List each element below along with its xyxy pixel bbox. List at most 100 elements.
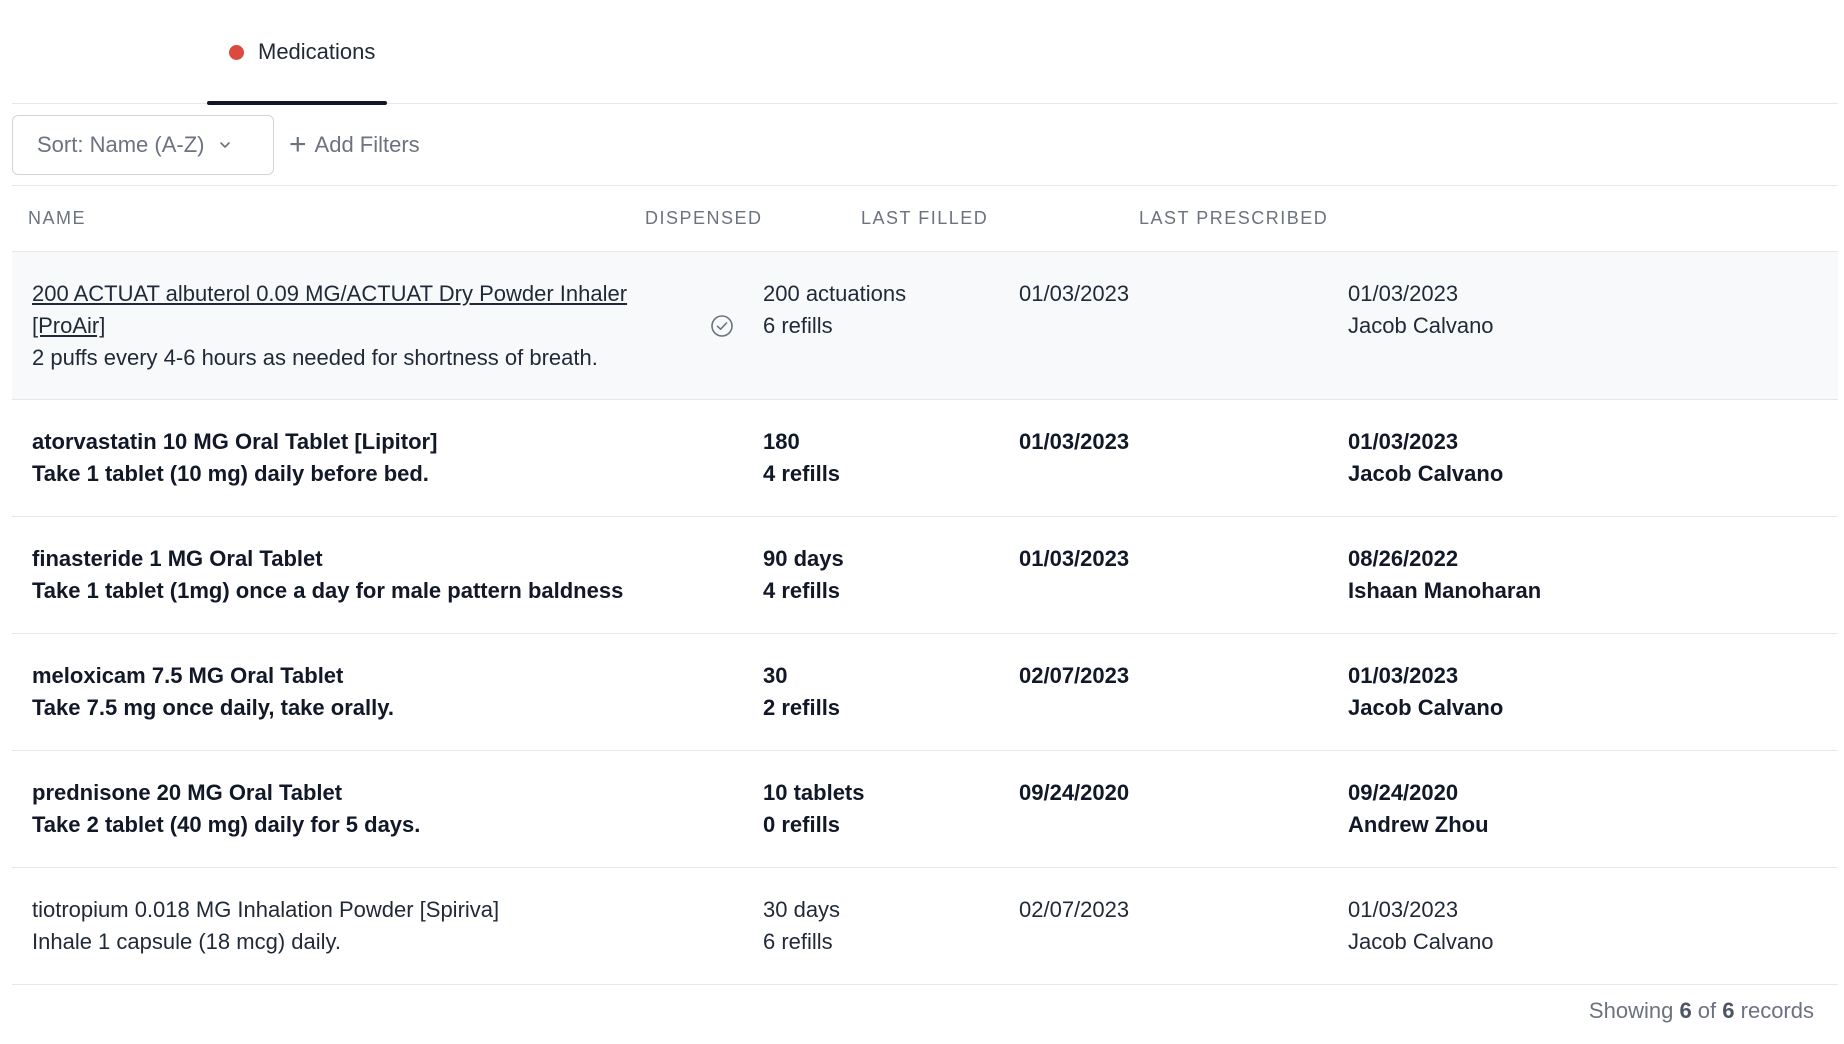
last-prescribed-date: 01/03/2023 <box>1348 429 1459 454</box>
dispensed-cell: 30 days 6 refills <box>763 894 840 958</box>
last-filled-date: 01/03/2023 <box>1019 429 1130 454</box>
dispensed-cell: 200 actuations 6 refills <box>763 278 906 342</box>
dispensed-quantity: 180 <box>763 429 800 454</box>
last-filled-cell: 02/07/2023 <box>1019 660 1129 692</box>
name-cell: 200 ACTUAT albuterol 0.09 MG/ACTUAT Dry … <box>32 278 692 374</box>
pagination-summary: Showing 6 of 6 records <box>1589 998 1814 1024</box>
chevron-down-icon <box>220 141 231 148</box>
dispensed-quantity: 30 days <box>763 897 841 922</box>
name-line: meloxicam 7.5 MG Oral Tablet <box>32 660 692 692</box>
last-filled-date: 09/24/2020 <box>1019 780 1130 805</box>
footer-total: 6 <box>1722 998 1735 1023</box>
dispensed-quantity: 200 actuations <box>763 281 907 306</box>
prescriber-name: Jacob Calvano <box>1348 695 1504 720</box>
tab-medications[interactable]: Medications <box>207 0 388 105</box>
prescriber-name: Jacob Calvano <box>1348 313 1494 338</box>
sort-value: Name (A-Z) <box>89 131 205 157</box>
column-header-last-filled[interactable]: LAST FILLED <box>861 208 988 229</box>
medication-name: meloxicam 7.5 MG Oral Tablet <box>32 663 344 688</box>
name-cell: tiotropium 0.018 MG Inhalation Powder [S… <box>32 894 692 958</box>
column-header-last-prescribed[interactable]: LAST PRESCRIBED <box>1139 208 1328 229</box>
last-filled-cell: 09/24/2020 <box>1019 777 1129 809</box>
refills: 0 refills <box>763 812 841 837</box>
last-filled-cell: 01/03/2023 <box>1019 543 1129 575</box>
last-prescribed-date: 08/26/2022 <box>1348 546 1459 571</box>
last-filled-date: 02/07/2023 <box>1019 897 1130 922</box>
prescriber-name: Jacob Calvano <box>1348 929 1494 954</box>
tab-bar: Medications <box>12 0 1838 105</box>
table-row[interactable]: meloxicam 7.5 MG Oral Tablet Take 7.5 mg … <box>12 634 1838 751</box>
table-header: NAME DISPENSED LAST FILLED LAST PRESCRIB… <box>12 187 1838 252</box>
name-line: finasteride 1 MG Oral Tablet <box>32 543 692 575</box>
last-filled-date: 01/03/2023 <box>1019 546 1130 571</box>
table-row[interactable]: prednisone 20 MG Oral Tablet Take 2 table… <box>12 751 1838 868</box>
toolbar: Sort: Name (A-Z) + Add Filters <box>12 104 1838 186</box>
tab-label: Medications <box>258 39 376 64</box>
medications-table: NAME DISPENSED LAST FILLED LAST PRESCRIB… <box>12 187 1838 252</box>
name-line: 200 ACTUAT albuterol 0.09 MG/ACTUAT Dry … <box>32 278 692 342</box>
column-header-name[interactable]: NAME <box>28 208 86 229</box>
last-prescribed-cell: 08/26/2022 Ishaan Manoharan <box>1348 543 1541 607</box>
medication-instructions: 2 puffs every 4-6 hours as needed for sh… <box>32 345 598 370</box>
last-prescribed-cell: 01/03/2023 Jacob Calvano <box>1348 426 1503 490</box>
last-prescribed-date: 09/24/2020 <box>1348 780 1459 805</box>
last-prescribed-cell: 01/03/2023 Jacob Calvano <box>1348 894 1494 958</box>
table-row[interactable]: 200 ACTUAT albuterol 0.09 MG/ACTUAT Dry … <box>12 252 1838 400</box>
plus-icon: + <box>289 127 307 161</box>
last-filled-date: 02/07/2023 <box>1019 663 1130 688</box>
medication-name: finasteride 1 MG Oral Tablet <box>32 546 323 571</box>
medication-instructions: Inhale 1 capsule (18 mcg) daily. <box>32 929 341 954</box>
last-prescribed-date: 01/03/2023 <box>1348 281 1459 306</box>
last-prescribed-date: 01/03/2023 <box>1348 663 1459 688</box>
last-filled-date: 01/03/2023 <box>1019 281 1130 306</box>
footer-middle: of <box>1691 998 1723 1023</box>
medication-name-link[interactable]: 200 ACTUAT albuterol 0.09 MG/ACTUAT Dry … <box>32 281 627 338</box>
last-prescribed-cell: 09/24/2020 Andrew Zhou <box>1348 777 1489 841</box>
sort-prefix: Sort: <box>37 131 90 157</box>
status-dot-icon <box>229 44 244 60</box>
last-filled-cell: 01/03/2023 <box>1019 278 1129 310</box>
name-line: tiotropium 0.018 MG Inhalation Powder [S… <box>32 894 692 926</box>
table-row[interactable]: tiotropium 0.018 MG Inhalation Powder [S… <box>12 868 1838 985</box>
table-row[interactable]: atorvastatin 10 MG Oral Tablet [Lipitor]… <box>12 400 1838 517</box>
prescriber-name: Jacob Calvano <box>1348 461 1504 486</box>
add-filters-label: Add Filters <box>314 131 420 157</box>
last-filled-cell: 02/07/2023 <box>1019 894 1129 926</box>
footer-suffix: records <box>1734 998 1814 1023</box>
last-prescribed-cell: 01/03/2023 Jacob Calvano <box>1348 660 1503 724</box>
refills: 6 refills <box>763 929 833 954</box>
medication-name: atorvastatin 10 MG Oral Tablet [Lipitor] <box>32 429 438 454</box>
name-cell: meloxicam 7.5 MG Oral Tablet Take 7.5 mg … <box>32 660 692 724</box>
dispensed-quantity: 30 <box>763 663 788 688</box>
medication-instructions: Take 7.5 mg once daily, take orally. <box>32 695 394 720</box>
name-cell: finasteride 1 MG Oral Tablet Take 1 table… <box>32 543 692 607</box>
refills: 4 refills <box>763 578 841 603</box>
dispensed-quantity: 10 tablets <box>763 780 865 805</box>
medication-name: prednisone 20 MG Oral Tablet <box>32 780 343 805</box>
medication-instructions: Take 1 tablet (10 mg) daily before bed. <box>32 461 429 486</box>
sort-dropdown[interactable]: Sort: Name (A-Z) <box>12 114 274 175</box>
last-prescribed-cell: 01/03/2023 Jacob Calvano <box>1348 278 1494 342</box>
column-header-dispensed[interactable]: DISPENSED <box>645 208 763 229</box>
name-cell: atorvastatin 10 MG Oral Tablet [Lipitor]… <box>32 426 692 490</box>
last-prescribed-date: 01/03/2023 <box>1348 897 1459 922</box>
name-line: atorvastatin 10 MG Oral Tablet [Lipitor] <box>32 426 692 458</box>
footer-prefix: Showing <box>1588 998 1680 1023</box>
dispensed-cell: 180 4 refills <box>763 426 840 490</box>
add-filters-button[interactable]: + Add Filters <box>289 127 420 161</box>
dispensed-cell: 10 tablets 0 refills <box>763 777 865 841</box>
medication-instructions: Take 1 tablet (1mg) once a day for male … <box>32 578 624 603</box>
footer-shown: 6 <box>1679 998 1692 1023</box>
refills: 2 refills <box>763 695 841 720</box>
table-row[interactable]: finasteride 1 MG Oral Tablet Take 1 table… <box>12 517 1838 634</box>
prescriber-name: Ishaan Manoharan <box>1348 578 1542 603</box>
medication-instructions: Take 2 tablet (40 mg) daily for 5 days. <box>32 812 421 837</box>
name-cell: prednisone 20 MG Oral Tablet Take 2 table… <box>32 777 692 841</box>
medication-name: tiotropium 0.018 MG Inhalation Powder [S… <box>32 897 500 922</box>
dispensed-cell: 30 2 refills <box>763 660 840 724</box>
prescriber-name: Andrew Zhou <box>1348 812 1489 837</box>
dispensed-quantity: 90 days <box>763 546 844 571</box>
refills: 6 refills <box>763 313 833 338</box>
check-circle-icon[interactable] <box>710 314 734 338</box>
refills: 4 refills <box>763 461 841 486</box>
